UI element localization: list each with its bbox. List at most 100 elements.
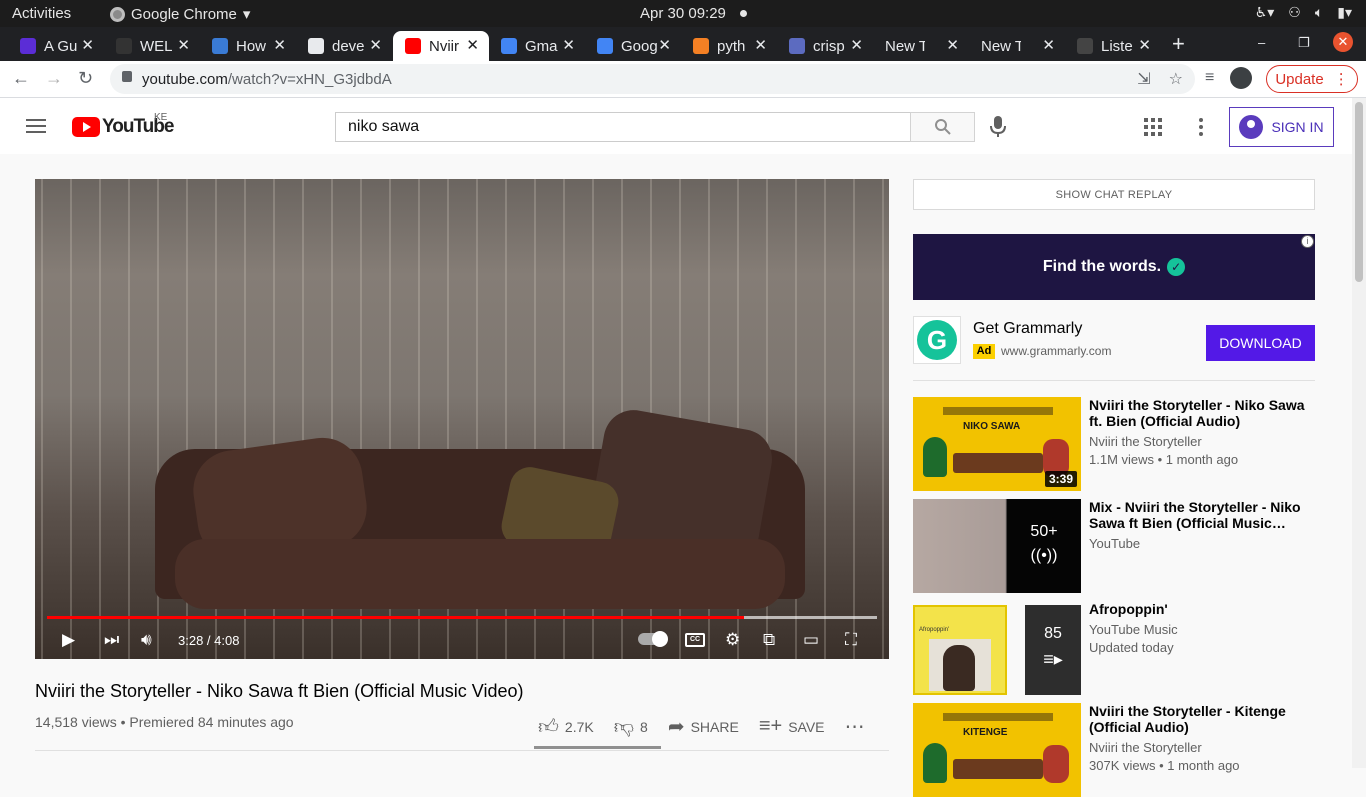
- hamburger-menu-icon[interactable]: [26, 119, 46, 137]
- recommendation-title[interactable]: Afropoppin': [1089, 601, 1311, 617]
- page-scrollbar[interactable]: [1352, 98, 1366, 768]
- tab-close-icon[interactable]: ✕: [850, 36, 863, 54]
- activities-button[interactable]: Activities: [12, 5, 71, 22]
- tab-close-icon[interactable]: ✕: [177, 36, 190, 54]
- grammarly-logo[interactable]: G: [913, 316, 961, 364]
- window-close-button[interactable]: ✕: [1333, 32, 1353, 52]
- microphone-icon[interactable]: [990, 116, 1006, 138]
- recommendation-channel[interactable]: Nviiri the Storyteller: [1089, 434, 1202, 449]
- progress-bar[interactable]: [47, 616, 877, 619]
- show-chat-replay-button[interactable]: SHOW CHAT REPLAY: [913, 179, 1315, 210]
- battery-icon[interactable]: ▮▾: [1337, 4, 1352, 21]
- subtitles-button[interactable]: CC: [685, 633, 705, 647]
- dislike-button[interactable]: 👎︎ 8: [614, 715, 648, 739]
- browser-tab[interactable]: deve ✕: [296, 31, 392, 61]
- grammarly-g-icon: G: [917, 320, 957, 360]
- like-button[interactable]: 👍︎ 2.7K: [538, 715, 594, 739]
- minimize-icon[interactable]: –: [1258, 35, 1265, 50]
- new-tab-button[interactable]: +: [1172, 31, 1185, 57]
- search-button[interactable]: [910, 112, 975, 142]
- save-button[interactable]: ≡+ SAVE: [759, 715, 825, 738]
- browser-tab[interactable]: Nviir ✕: [393, 31, 489, 61]
- google-icon: [597, 38, 613, 54]
- browser-tab[interactable]: Gma ✕: [489, 31, 585, 61]
- tab-close-icon[interactable]: ✕: [562, 36, 575, 54]
- tab-close-icon[interactable]: ✕: [81, 36, 94, 54]
- playlist-thumbnail[interactable]: Afropoppin' 85 ≡▸: [913, 601, 1081, 695]
- volume-icon[interactable]: 🔊︎: [141, 630, 152, 650]
- search-input[interactable]: niko sawa: [335, 112, 911, 142]
- recommendation-item[interactable]: Afropoppin' 85 ≡▸ Afropoppin' YouTube Mu…: [913, 601, 1315, 695]
- sign-in-button[interactable]: SIGN IN: [1229, 107, 1334, 147]
- restore-icon[interactable]: ❐: [1298, 35, 1310, 51]
- next-icon[interactable]: ⏭︎: [104, 630, 119, 650]
- info-icon[interactable]: i: [1301, 235, 1314, 248]
- settings-more-icon[interactable]: [1198, 118, 1204, 136]
- dislike-count: 8: [640, 718, 648, 735]
- ad-title[interactable]: Get Grammarly: [973, 320, 1082, 338]
- forward-button[interactable]: →: [45, 68, 63, 89]
- share-button[interactable]: ➦ SHARE: [668, 714, 739, 739]
- download-button[interactable]: DOWNLOAD: [1206, 325, 1315, 361]
- back-button[interactable]: ←: [12, 68, 30, 89]
- tab-close-icon[interactable]: ✕: [369, 36, 382, 54]
- app-menu[interactable]: Google Chrome ▾: [110, 5, 250, 23]
- browser-tab[interactable]: How ✕: [200, 31, 296, 61]
- time-display: 3:28 / 4:08: [178, 633, 240, 648]
- video-player[interactable]: ▶ ⏭︎ 🔊︎ 3:28 / 4:08 CC ⚙︎ ⧉ ▭ ⛶: [35, 179, 889, 659]
- ad-banner[interactable]: Find the words. ✓: [913, 234, 1315, 300]
- recommendation-title[interactable]: Mix - Nviiri the Storyteller - Niko Sawa…: [1089, 499, 1311, 531]
- video-thumbnail[interactable]: 50+ ((•)): [913, 499, 1081, 593]
- recommendation-title[interactable]: Nviiri the Storyteller - Niko Sawa ft. B…: [1089, 397, 1311, 429]
- tab-close-icon[interactable]: ✕: [1042, 36, 1055, 54]
- accessibility-icon[interactable]: ♿︎▾: [1255, 4, 1275, 21]
- browser-tab[interactable]: Goog ✕: [585, 31, 681, 61]
- apps-grid-icon[interactable]: [1144, 118, 1162, 136]
- browser-tab[interactable]: New Tab ✕: [873, 31, 969, 61]
- address-bar[interactable]: youtube.com/watch?v=xHN_G3jdbdA ⇲ ☆: [110, 64, 1195, 94]
- code-icon: [20, 38, 36, 54]
- divider: [35, 750, 889, 751]
- browser-tab[interactable]: WEL ✕: [104, 31, 200, 61]
- fullscreen-icon[interactable]: ⛶: [845, 630, 857, 650]
- tab-close-icon[interactable]: ✕: [466, 36, 479, 54]
- more-horiz-icon[interactable]: ⋯: [845, 714, 865, 739]
- tab-close-icon[interactable]: ✕: [754, 36, 767, 54]
- tab-close-icon[interactable]: ✕: [658, 36, 671, 54]
- youtube-logo[interactable]: YouTube KE: [72, 112, 174, 138]
- browser-tab[interactable]: New Tab ✕: [969, 31, 1065, 61]
- volume-icon[interactable]: 🔈︎: [1315, 4, 1323, 21]
- media-control-icon[interactable]: ≡: [1205, 69, 1214, 87]
- browser-tab[interactable]: crisp ✕: [777, 31, 873, 61]
- tab-close-icon[interactable]: ✕: [273, 36, 286, 54]
- browser-tab[interactable]: Liste ✕: [1065, 31, 1161, 61]
- browser-tab[interactable]: A Gu ✕: [8, 31, 104, 61]
- recommendation-title[interactable]: Nviiri the Storyteller - Kitenge (Offici…: [1089, 703, 1311, 735]
- profile-avatar[interactable]: [1230, 67, 1253, 89]
- system-tray[interactable]: ♿︎▾ ⚇ 🔈︎ ▮▾: [1255, 4, 1352, 21]
- settings-gear-icon[interactable]: ⚙︎: [725, 630, 740, 650]
- video-thumbnail[interactable]: NIKO SAWA 3:39: [913, 397, 1081, 491]
- network-icon[interactable]: ⚇: [1288, 4, 1301, 21]
- install-app-icon[interactable]: ⇲: [1137, 69, 1150, 89]
- clock[interactable]: Apr 30 09:29: [640, 5, 726, 22]
- miniplayer-icon[interactable]: ⧉: [763, 630, 775, 650]
- account-circle-icon: [1239, 115, 1264, 139]
- recommendation-item[interactable]: 50+ ((•)) Mix - Nviiri the Storyteller -…: [913, 499, 1315, 593]
- tab-close-icon[interactable]: ✕: [946, 36, 959, 54]
- reload-button[interactable]: ↻: [78, 68, 93, 89]
- autoplay-toggle[interactable]: [638, 631, 668, 647]
- recommendation-channel[interactable]: Nviiri the Storyteller: [1089, 740, 1202, 755]
- recommendation-item[interactable]: NIKO SAWA 3:39 Nviiri the Storyteller - …: [913, 397, 1315, 491]
- tab-close-icon[interactable]: ✕: [1138, 36, 1151, 54]
- scrollbar-thumb[interactable]: [1355, 102, 1363, 282]
- play-icon[interactable]: ▶: [62, 630, 75, 650]
- lock-icon[interactable]: [122, 71, 132, 82]
- video-thumbnail[interactable]: KITENGE: [913, 703, 1081, 797]
- thumb-table: [953, 453, 1043, 473]
- browser-tab[interactable]: pyth ✕: [681, 31, 777, 61]
- recommendation-item[interactable]: KITENGE Nviiri the Storyteller - Kitenge…: [913, 703, 1315, 797]
- theater-mode-icon[interactable]: ▭: [803, 630, 819, 650]
- bookmark-star-icon[interactable]: ☆: [1169, 69, 1183, 89]
- update-button[interactable]: Update ⋮: [1266, 65, 1358, 93]
